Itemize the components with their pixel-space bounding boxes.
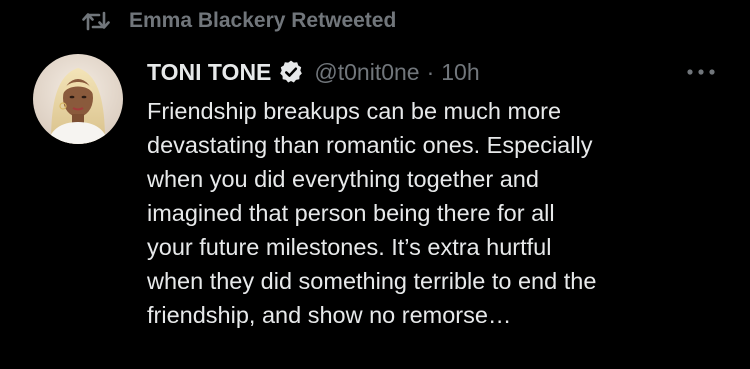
- more-options-button[interactable]: [683, 60, 719, 84]
- author-handle[interactable]: @t0nit0ne: [314, 59, 419, 86]
- tweet-timestamp[interactable]: 10h: [441, 59, 479, 86]
- retweet-label: Emma Blackery Retweeted: [129, 9, 397, 32]
- tweet-text-line: friendship, and show no remorse…: [147, 302, 512, 328]
- tweet-text-line: when they did something terrible to end …: [147, 268, 597, 294]
- tweet-text: Friendship breakups can be much more dev…: [147, 94, 737, 332]
- verified-badge-icon: [278, 59, 304, 85]
- separator-dot: ·: [426, 58, 435, 85]
- author-name[interactable]: TONI TONE: [147, 59, 271, 86]
- tweet-header: TONI TONE @t0nit0ne · 10h: [147, 55, 480, 89]
- retweet-context[interactable]: Emma Blackery Retweeted: [82, 6, 396, 36]
- tweet-text-line: devastating than romantic ones. Especial…: [147, 132, 593, 158]
- tweet-text-line: your future milestones. It’s extra hurtf…: [147, 234, 552, 260]
- avatar[interactable]: [33, 54, 123, 144]
- retweet-icon: [82, 9, 110, 33]
- more-horizontal-icon: [687, 69, 715, 75]
- tweet-text-line: Friendship breakups can be much more: [147, 98, 562, 124]
- tweet-text-line: when you did everything together and: [147, 166, 539, 192]
- tweet-text-line: imagined that person being there for all: [147, 200, 555, 226]
